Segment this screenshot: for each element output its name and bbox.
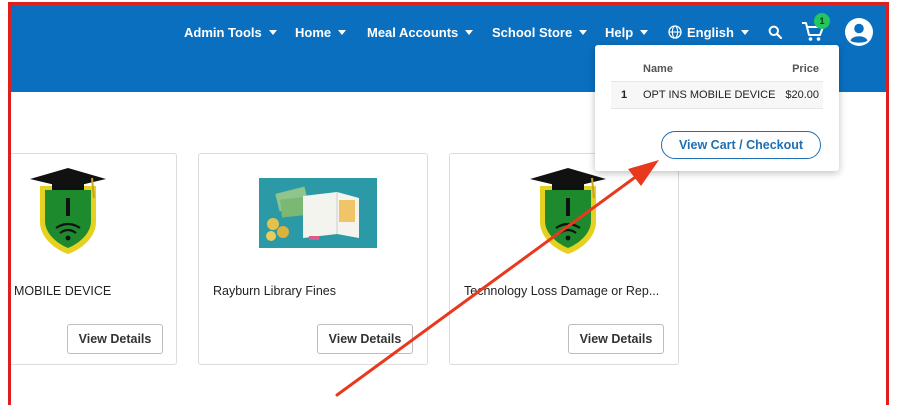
annotation-arrow bbox=[335, 160, 659, 397]
highlight-frame: Admin Tools Home Meal Accounts School St… bbox=[8, 2, 889, 405]
